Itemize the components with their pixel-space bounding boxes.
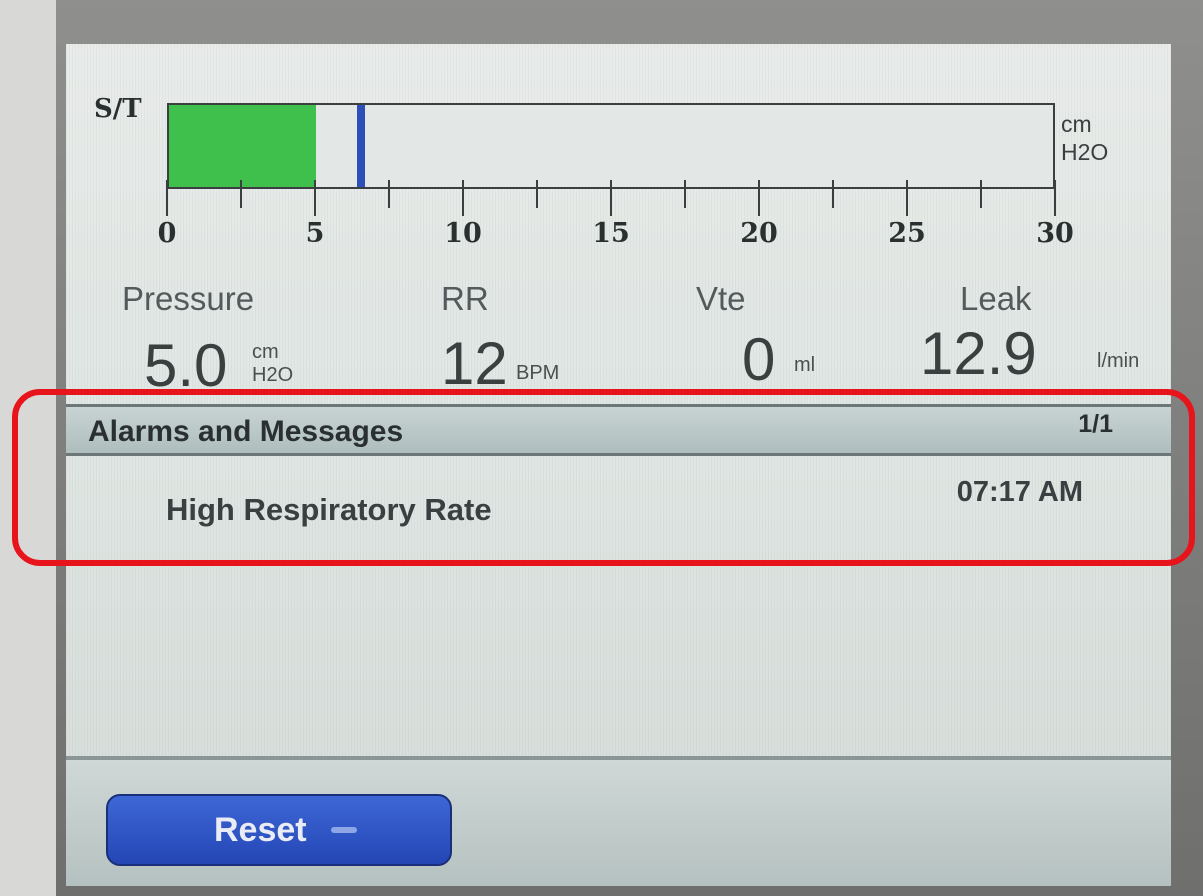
- leak-label: Leak: [960, 280, 1032, 317]
- leak-value: 12.9: [920, 320, 1037, 387]
- pressure-target-marker: [356, 105, 365, 187]
- gauge-tick-label: 25: [888, 218, 926, 249]
- gauge-unit-line1: cm: [1061, 111, 1092, 137]
- reset-indicator-icon: [330, 827, 357, 833]
- gauge-tick-label: 10: [444, 218, 482, 249]
- pressure-bar-fill: [169, 105, 317, 187]
- gauge-tick: [832, 180, 834, 208]
- alarm-highlight-box: [12, 389, 1195, 566]
- rr-label: RR: [441, 280, 489, 317]
- vte-unit: ml: [794, 354, 816, 376]
- pressure-label: Pressure: [122, 280, 255, 317]
- rr-unit: BPM: [516, 362, 560, 384]
- gauge-unit-line2: H2O: [1061, 139, 1109, 165]
- rr-value: 12: [441, 330, 508, 397]
- gauge-tick: [536, 180, 538, 208]
- gauge-tick: [314, 180, 316, 216]
- gauge-tick-label: 30: [1036, 218, 1074, 249]
- vte-label: Vte: [696, 280, 746, 317]
- mode-label: S/T: [94, 94, 142, 124]
- gauge-tick: [388, 180, 390, 208]
- gauge-tick-label: 0: [157, 218, 177, 249]
- gauge-tick: [240, 180, 242, 208]
- gauge-tick: [166, 180, 168, 216]
- pressure-unit-top: cm: [252, 341, 279, 363]
- leak-unit: l/min: [1097, 350, 1140, 372]
- reset-button-label: Reset: [214, 810, 307, 849]
- gauge-tick-label: 20: [740, 218, 778, 249]
- pressure-bar-gauge: [167, 103, 1055, 189]
- gauge-tick: [758, 180, 760, 216]
- gauge-tick-label: 15: [592, 218, 630, 249]
- gauge-tick: [462, 180, 464, 216]
- gauge-tick-label: 5: [305, 218, 325, 249]
- gauge-tick: [610, 180, 612, 216]
- pressure-value: 5.0: [144, 332, 228, 399]
- gauge-tick: [1054, 180, 1056, 216]
- gauge-tick: [906, 180, 908, 216]
- vte-value: 0: [742, 326, 776, 393]
- gauge-unit: cm H2O: [1061, 110, 1121, 166]
- pressure-unit-bottom: H2O: [252, 364, 294, 386]
- reset-button[interactable]: Reset: [106, 794, 452, 866]
- gauge-tick: [684, 180, 686, 208]
- gauge-scale: 0 5 10 15 20 25 30: [158, 180, 1074, 250]
- gauge-tick: [980, 180, 982, 208]
